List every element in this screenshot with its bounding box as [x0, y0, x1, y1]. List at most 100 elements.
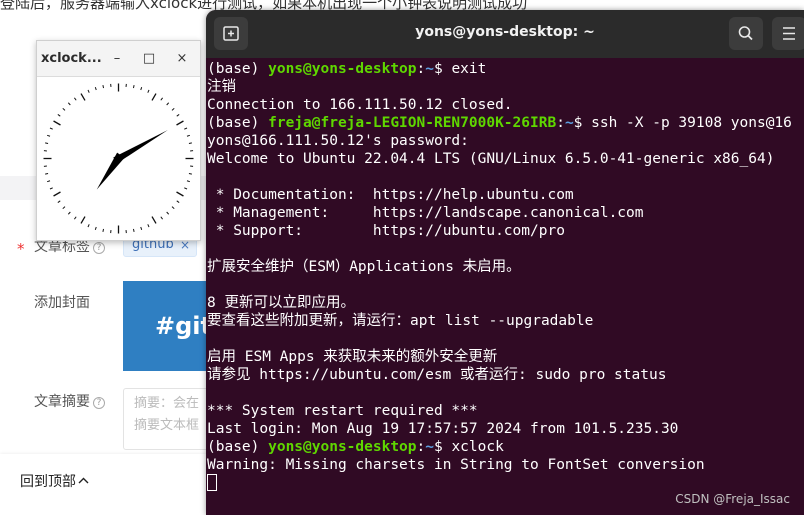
clock-minute-tick: [184, 127, 188, 130]
terminal-line: * Management: https://landscape.canonica…: [207, 204, 804, 222]
terminal-line: Welcome to Ubuntu 22.04.4 LTS (GNU/Linux…: [207, 150, 804, 168]
clock-face: [43, 83, 194, 234]
text-segment: 请参见 https://ubuntu.com/esm 或者运行: sudo pr…: [207, 367, 667, 383]
terminal-line: Connection to 166.111.50.12 closed.: [207, 96, 804, 114]
clock-minute-tick: [74, 97, 77, 101]
back-to-top-button[interactable]: 回到顶部: [20, 471, 89, 491]
summary-textarea[interactable]: 摘要：会在 摘要文本框: [123, 388, 213, 450]
clock-minute-tick: [67, 211, 71, 215]
terminal-line: 注销: [207, 78, 804, 96]
clock-minute-tick: [74, 216, 77, 220]
terminal-window[interactable]: yons@yons-desktop: ~ (base) yons@yons-de…: [206, 10, 804, 515]
clock-minute-tick: [176, 114, 180, 117]
cover-label-text: 添加封面: [34, 295, 90, 311]
clock-minute-tick: [188, 142, 192, 145]
clock-hour-hand: [96, 152, 125, 190]
text-segment: $ ssh -X -p 39108 yons@16: [573, 115, 792, 131]
text-segment: yons@166.111.50.12's password:: [207, 133, 469, 149]
terminal-line: (base) yons@yons-desktop:~$ exit: [207, 60, 804, 78]
clock-hour-tick: [80, 93, 86, 101]
clock-minute-tick: [45, 142, 49, 145]
text-segment: 扩展安全维护（ESM）Applications 未启用。: [207, 259, 521, 275]
text-segment: Welcome to Ubuntu 22.04.4 LTS (GNU/Linux…: [207, 151, 775, 167]
maximize-button[interactable]: □: [139, 49, 159, 69]
terminal-line: (base) freja@freja-LEGION-REN7000K-26IRB…: [207, 114, 804, 132]
cover-text: #git: [155, 312, 212, 340]
watermark: CSDN @Freja_Issac: [675, 492, 790, 506]
terminal-line: Last login: Mon Aug 19 17:57:57 2024 fro…: [207, 420, 804, 438]
terminal-line: (base) yons@yons-desktop:~$ xclock: [207, 438, 804, 456]
terminal-line: 启用 ESM Apps 来获取未来的额外安全更新: [207, 348, 804, 366]
text-segment: 启用 ESM Apps 来获取未来的额外安全更新: [207, 349, 498, 365]
clock-minute-tick: [47, 180, 51, 183]
clock-minute-tick: [94, 226, 97, 230]
close-button[interactable]: ×: [172, 49, 192, 69]
terminal-line: *** System restart required ***: [207, 402, 804, 420]
terminal-titlebar[interactable]: yons@yons-desktop: ~: [206, 10, 804, 58]
text-segment: * Management: https://landscape.canonica…: [207, 205, 644, 221]
cover-label: 添加封面: [34, 292, 90, 312]
clock-minute-tick: [160, 216, 163, 220]
xclock-titlebar[interactable]: xclock... – □ ×: [37, 41, 200, 77]
clock-minute-tick: [186, 134, 190, 137]
terminal-line: 8 更新可以立即应用。: [207, 294, 804, 312]
prompt-segment: ~: [425, 61, 434, 77]
clock-minute-tick: [140, 87, 143, 91]
back-to-top-label: 回到顶部: [20, 474, 76, 490]
clock-minute-tick: [188, 172, 192, 175]
terminal-line: yons@166.111.50.12's password:: [207, 132, 804, 150]
xclock-title: xclock...: [41, 51, 102, 66]
terminal-output[interactable]: (base) yons@yons-desktop:~$ exit 注销 Connec…: [206, 58, 804, 492]
text-segment: :: [416, 439, 426, 455]
search-icon: [738, 26, 753, 41]
prompt-segment: freja@freja-LEGION-REN7000K-26IRB: [268, 115, 557, 131]
clock-minute-tick: [132, 85, 135, 89]
terminal-line: 请参见 https://ubuntu.com/esm 或者运行: sudo pr…: [207, 366, 804, 384]
terminal-line: 扩展安全维护（ESM）Applications 未启用。: [207, 258, 804, 276]
text-segment: $ xclock: [433, 439, 504, 455]
clock-minute-tick: [45, 172, 49, 175]
summary-placeholder-line-1: 摘要：会在: [134, 396, 200, 411]
clock-minute-tick: [62, 107, 66, 111]
clock-hour-tick: [80, 216, 86, 224]
clock-hour-tick: [151, 93, 157, 101]
terminal-line: Warning: Missing charsets in String to F…: [207, 456, 804, 474]
xclock-window[interactable]: xclock... – □ ×: [36, 40, 201, 241]
clock-minute-tick: [67, 102, 71, 106]
text-segment: 注销: [207, 79, 236, 95]
clock-minute-tick: [171, 107, 175, 111]
clock-minute-tick: [160, 97, 163, 101]
help-circle-icon[interactable]: ?: [93, 397, 105, 409]
minimize-button[interactable]: –: [107, 49, 127, 69]
clock-hour-tick: [53, 191, 61, 197]
terminal-cursor: [207, 474, 217, 491]
clock-minute-tick: [62, 206, 66, 210]
clock-hour-tick: [176, 120, 184, 126]
terminal-line: * Support: https://ubuntu.com/pro: [207, 222, 804, 240]
text-segment: Last login: Mon Aug 19 17:57:57 2024 fro…: [207, 421, 679, 437]
help-circle-icon[interactable]: ?: [93, 242, 105, 254]
clock-minute-tick: [49, 187, 53, 190]
clock-minute-tick: [140, 226, 143, 230]
clock-hour-tick: [151, 216, 157, 224]
text-segment: (base): [207, 115, 269, 131]
search-button[interactable]: [729, 17, 763, 50]
clock-minute-tick: [49, 127, 53, 130]
clock-minute-tick: [186, 180, 190, 183]
clock-minute-tick: [166, 102, 170, 106]
clock-minute-tick: [147, 224, 150, 228]
menu-button[interactable]: [772, 17, 804, 50]
cover-image[interactable]: #git: [123, 281, 213, 371]
terminal-line: * Documentation: https://help.ubuntu.com: [207, 186, 804, 204]
text-segment: :: [556, 115, 565, 131]
chevron-up-icon: [78, 477, 89, 484]
terminal-title: yons@yons-desktop: ~: [415, 24, 595, 40]
terminal-prompt-line[interactable]: [207, 474, 804, 492]
terminal-line: 要查看这些附加更新，请运行：apt list --upgradable: [207, 312, 804, 330]
text-segment: :: [416, 61, 426, 77]
